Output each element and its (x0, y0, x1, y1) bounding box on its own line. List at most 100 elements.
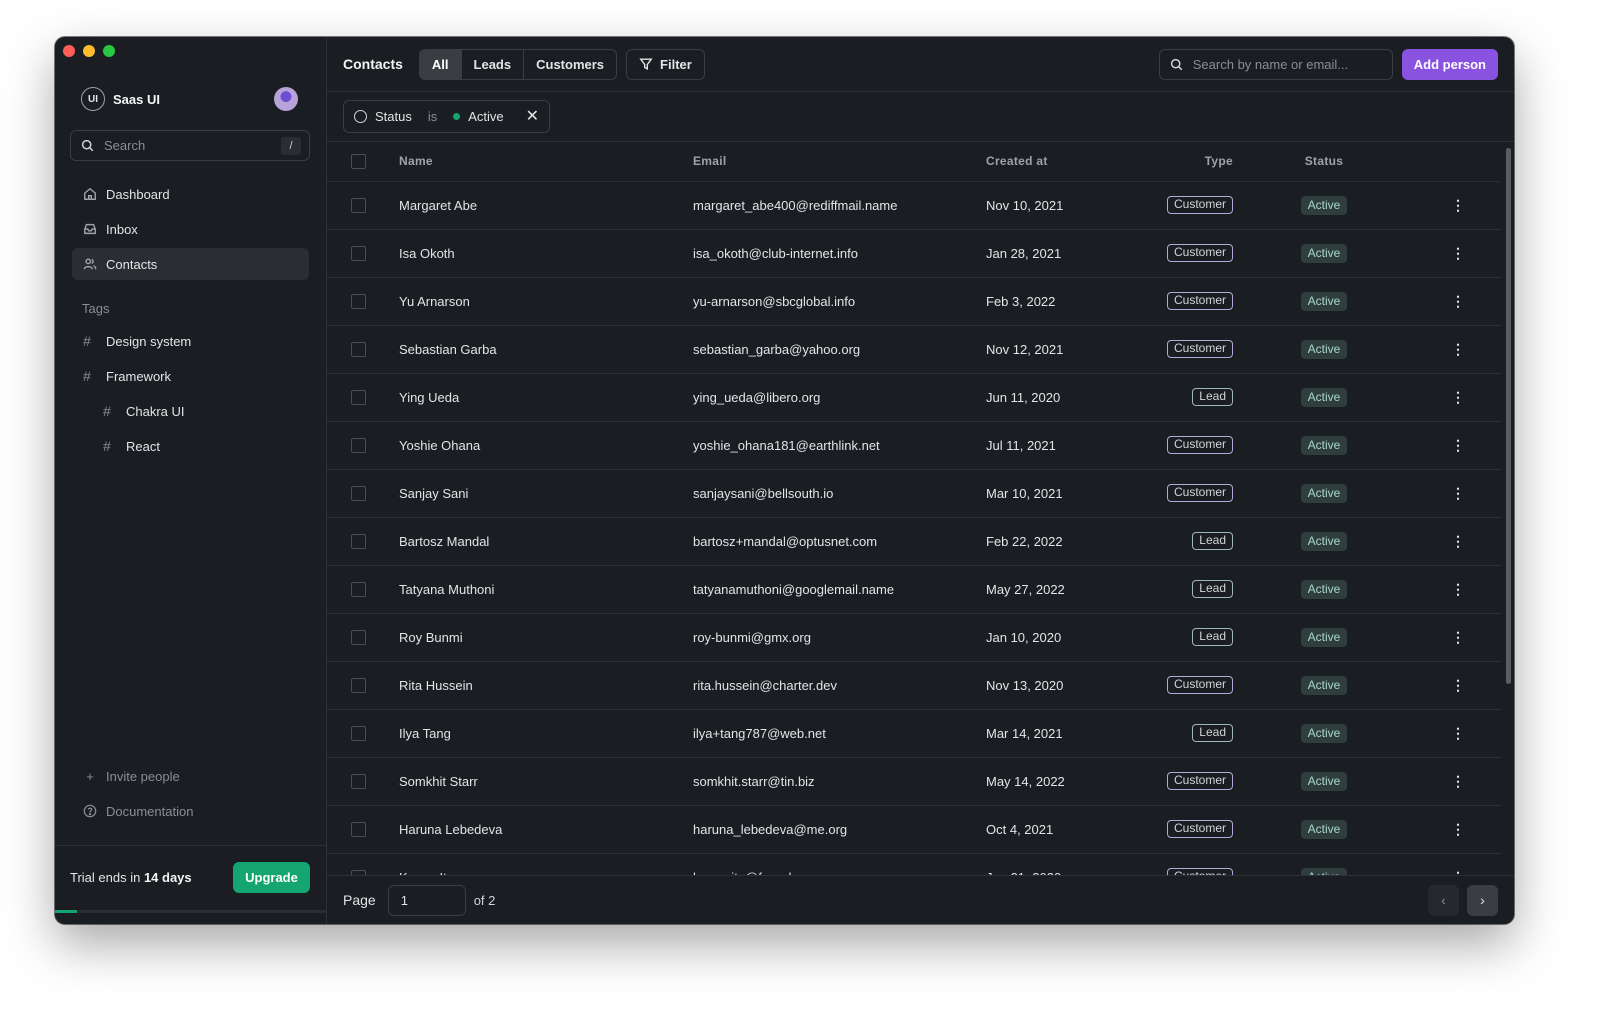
column-header-email[interactable]: Email (693, 142, 986, 182)
status-badge: Active (1300, 435, 1348, 455)
invite-people-link[interactable]: + Invite people (72, 760, 309, 792)
contact-email: ilya+tang787@web.net (693, 709, 986, 758)
contact-email: yoshie_ohana181@earthlink.net (693, 421, 986, 470)
row-checkbox[interactable] (351, 294, 366, 310)
table-row[interactable]: Isa Okoth isa_okoth@club-internet.info J… (327, 229, 1501, 278)
contact-email: ying_ueda@libero.org (693, 373, 986, 422)
select-all-checkbox[interactable] (351, 153, 366, 169)
sidebar-item-label: Dashboard (106, 186, 170, 202)
row-checkbox[interactable] (351, 438, 366, 454)
more-options-icon[interactable]: ⋮ (1451, 293, 1465, 309)
table-row[interactable]: Yu Arnarson yu-arnarson@sbcglobal.info F… (327, 277, 1501, 326)
contact-created-at: Oct 4, 2021 (986, 805, 1151, 854)
minimize-window-button[interactable] (83, 45, 95, 57)
contact-created-at: Jun 11, 2020 (986, 373, 1151, 422)
column-header-status[interactable]: Status (1233, 142, 1415, 182)
sidebar-item-dashboard[interactable]: Dashboard (72, 178, 309, 210)
remove-filter-icon[interactable]: ✕ (526, 108, 539, 125)
type-badge: Customer (1166, 340, 1233, 358)
row-checkbox[interactable] (351, 246, 366, 262)
row-checkbox[interactable] (351, 630, 366, 646)
contacts-search[interactable] (1158, 48, 1393, 80)
maximize-window-button[interactable] (103, 45, 115, 57)
tab-all[interactable]: All (419, 49, 462, 79)
table-row[interactable]: Bartosz Mandal bartosz+mandal@optusnet.c… (327, 517, 1501, 566)
table-row[interactable]: Sanjay Sani sanjaysani@bellsouth.io Mar … (327, 469, 1501, 518)
row-checkbox[interactable] (351, 198, 366, 214)
sidebar-item-contacts[interactable]: Contacts (72, 248, 309, 280)
more-options-icon[interactable]: ⋮ (1451, 581, 1465, 597)
previous-page-button[interactable]: ‹ (1428, 884, 1459, 916)
tag-chakra-ui[interactable]: # Chakra UI (72, 395, 309, 427)
tag-react[interactable]: # React (72, 430, 309, 462)
table-row[interactable]: Margaret Abe margaret_abe400@rediffmail.… (327, 181, 1501, 230)
table-row[interactable]: Yoshie Ohana yoshie_ohana181@earthlink.n… (327, 421, 1501, 470)
close-window-button[interactable] (63, 45, 75, 57)
row-checkbox[interactable] (351, 774, 366, 790)
table-row[interactable]: Sebastian Garba sebastian_garba@yahoo.or… (327, 325, 1501, 374)
column-header-name[interactable]: Name (399, 142, 693, 182)
more-options-icon[interactable]: ⋮ (1451, 821, 1465, 837)
more-options-icon[interactable]: ⋮ (1451, 677, 1465, 693)
row-checkbox[interactable] (351, 486, 366, 502)
sidebar-search[interactable]: Search / (70, 130, 310, 161)
more-options-icon[interactable]: ⋮ (1451, 869, 1465, 876)
contacts-search-input[interactable] (1192, 56, 1373, 72)
documentation-link[interactable]: Documentation (72, 795, 309, 827)
table-scrollbar[interactable] (1506, 148, 1511, 684)
filter-label: Filter (660, 56, 692, 72)
row-checkbox[interactable] (351, 822, 366, 838)
user-avatar[interactable] (274, 87, 298, 111)
upgrade-button[interactable]: Upgrade (233, 862, 310, 893)
more-options-icon[interactable]: ⋮ (1451, 773, 1465, 789)
status-filter-chip[interactable]: Status is Active ✕ (343, 100, 551, 133)
row-checkbox[interactable] (351, 390, 366, 406)
table-row[interactable]: Roy Bunmi roy-bunmi@gmx.org Jan 10, 2020… (327, 613, 1501, 662)
more-options-icon[interactable]: ⋮ (1451, 725, 1465, 741)
table-row[interactable]: Haruna Lebedeva haruna_lebedeva@me.org O… (327, 805, 1501, 854)
pagination: Page of 2 ‹ › (327, 875, 1514, 924)
status-badge: Active (1300, 339, 1348, 359)
row-checkbox[interactable] (351, 342, 366, 358)
row-checkbox[interactable] (351, 678, 366, 694)
next-page-button[interactable]: › (1467, 884, 1498, 916)
more-options-icon[interactable]: ⋮ (1451, 485, 1465, 501)
type-badge: Lead (1192, 580, 1233, 598)
table-row[interactable]: Kazuo Ito kazuo.ito@free.dev Jun 21, 202… (327, 853, 1501, 875)
table-row[interactable]: Ilya Tang ilya+tang787@web.net Mar 14, 2… (327, 709, 1501, 758)
status-badge: Active (1300, 627, 1348, 647)
contact-created-at: Mar 14, 2021 (986, 709, 1151, 758)
table-row[interactable]: Rita Hussein rita.hussein@charter.dev No… (327, 661, 1501, 710)
sidebar-item-inbox[interactable]: Inbox (72, 213, 309, 245)
more-options-icon[interactable]: ⋮ (1451, 629, 1465, 645)
more-options-icon[interactable]: ⋮ (1451, 389, 1465, 405)
column-header-created-at[interactable]: Created at (986, 142, 1151, 182)
tag-framework[interactable]: # Framework (72, 360, 309, 392)
more-options-icon[interactable]: ⋮ (1451, 197, 1465, 213)
table-row[interactable]: Ying Ueda ying_ueda@libero.org Jun 11, 2… (327, 373, 1501, 422)
status-badge: Active (1300, 291, 1348, 311)
filter-button[interactable]: Filter (626, 48, 705, 80)
table-row[interactable]: Somkhit Starr somkhit.starr@tin.biz May … (327, 757, 1501, 806)
contact-created-at: Jul 11, 2021 (986, 421, 1151, 470)
more-options-icon[interactable]: ⋮ (1451, 341, 1465, 357)
contact-created-at: Jun 21, 2020 (986, 853, 1151, 875)
add-person-button[interactable]: Add person (1401, 48, 1498, 80)
more-options-icon[interactable]: ⋮ (1451, 437, 1465, 453)
more-options-icon[interactable]: ⋮ (1451, 245, 1465, 261)
more-options-icon[interactable]: ⋮ (1451, 533, 1465, 549)
tab-customers[interactable]: Customers (524, 50, 616, 79)
row-checkbox[interactable] (351, 726, 366, 742)
table-header-row: Name Email Created at Type Status (327, 142, 1501, 182)
row-checkbox[interactable] (351, 870, 366, 875)
contact-email: sanjaysani@bellsouth.io (693, 469, 986, 518)
row-checkbox[interactable] (351, 534, 366, 550)
tab-leads[interactable]: Leads (462, 49, 525, 79)
page-number-input[interactable] (387, 884, 466, 916)
column-header-type[interactable]: Type (1151, 142, 1233, 182)
table-row[interactable]: Tatyana Muthoni tatyanamuthoni@googlemai… (327, 565, 1501, 614)
row-checkbox[interactable] (351, 582, 366, 598)
contact-created-at: Mar 10, 2021 (986, 469, 1151, 518)
tag-design-system[interactable]: # Design system (72, 325, 309, 357)
brand: UI Saas UI (81, 84, 310, 114)
